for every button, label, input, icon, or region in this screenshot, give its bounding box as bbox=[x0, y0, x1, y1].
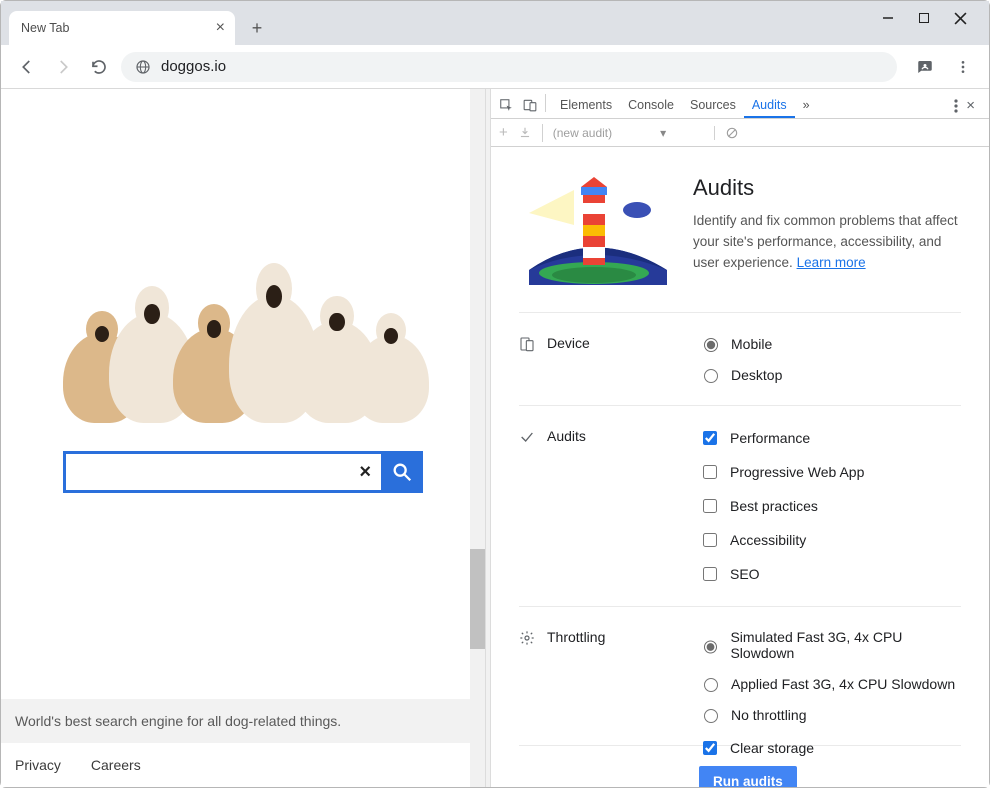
scrollbar-track[interactable] bbox=[470, 89, 485, 787]
globe-icon bbox=[135, 59, 151, 75]
download-icon[interactable] bbox=[518, 126, 532, 140]
device-label: Device bbox=[547, 335, 590, 351]
audit-selector-label: (new audit) bbox=[553, 126, 612, 140]
close-window-icon[interactable] bbox=[953, 11, 967, 25]
audit-opt-seo[interactable]: SEO bbox=[699, 564, 961, 584]
account-icon[interactable] bbox=[911, 53, 939, 81]
throttle-opt-applied[interactable]: Applied Fast 3G, 4x CPU Slowdown bbox=[699, 675, 961, 692]
webpage-viewport: × World's best search engine for all dog… bbox=[1, 89, 485, 787]
minimize-icon[interactable] bbox=[881, 11, 895, 25]
throttling-label: Throttling bbox=[547, 629, 605, 645]
audit-opt-bestpractices[interactable]: Best practices bbox=[699, 496, 961, 516]
inspect-icon[interactable] bbox=[499, 98, 513, 112]
audits-label: Audits bbox=[547, 428, 586, 444]
maximize-icon[interactable] bbox=[917, 11, 931, 25]
url-text: doggos.io bbox=[161, 58, 226, 75]
search-button[interactable] bbox=[381, 451, 423, 493]
run-audits-button[interactable]: Run audits bbox=[699, 766, 797, 787]
hero-image bbox=[63, 223, 423, 423]
gear-icon bbox=[519, 630, 535, 646]
audit-selector[interactable]: (new audit) ▾ bbox=[553, 126, 715, 140]
device-toggle-icon[interactable] bbox=[523, 98, 537, 112]
audit-opt-accessibility[interactable]: Accessibility bbox=[699, 530, 961, 550]
audit-opt-performance[interactable]: Performance bbox=[699, 428, 961, 448]
audits-toolbar: + (new audit) ▾ bbox=[491, 119, 989, 147]
throttle-opt-simulated[interactable]: Simulated Fast 3G, 4x CPU Slowdown bbox=[699, 629, 961, 661]
browser-toolbar: doggos.io bbox=[1, 45, 989, 89]
browser-tab[interactable]: New Tab × bbox=[9, 11, 235, 45]
devtools-tabs: Elements Console Sources Audits » × bbox=[491, 89, 989, 119]
tab-console[interactable]: Console bbox=[620, 92, 682, 118]
clear-storage-checkbox[interactable] bbox=[703, 741, 717, 755]
clear-icon[interactable]: × bbox=[359, 461, 371, 484]
device-icon bbox=[519, 336, 535, 352]
new-tab-button[interactable]: + bbox=[243, 14, 271, 42]
footer-link-privacy[interactable]: Privacy bbox=[15, 757, 61, 773]
search-input[interactable]: × bbox=[63, 451, 381, 493]
close-devtools-icon[interactable]: × bbox=[962, 97, 979, 114]
block-icon[interactable] bbox=[725, 126, 739, 140]
footer-link-careers[interactable]: Careers bbox=[91, 757, 141, 773]
new-audit-icon[interactable]: + bbox=[499, 124, 508, 141]
tab-audits[interactable]: Audits bbox=[744, 92, 795, 118]
url-bar[interactable]: doggos.io bbox=[121, 52, 897, 82]
chevron-down-icon: ▾ bbox=[660, 126, 666, 140]
tab-title: New Tab bbox=[21, 21, 69, 35]
devtools-menu-icon[interactable] bbox=[954, 99, 958, 113]
device-option-desktop[interactable]: Desktop bbox=[699, 366, 961, 383]
check-icon bbox=[519, 429, 535, 445]
clear-storage-label: Clear storage bbox=[730, 740, 814, 756]
lighthouse-illustration bbox=[519, 175, 669, 288]
reload-icon[interactable] bbox=[85, 53, 113, 81]
forward-icon[interactable] bbox=[49, 53, 77, 81]
scrollbar-thumb[interactable] bbox=[470, 549, 485, 649]
more-tabs-icon[interactable]: » bbox=[795, 92, 818, 118]
site-search: × bbox=[63, 451, 423, 493]
tab-sources[interactable]: Sources bbox=[682, 92, 744, 118]
throttle-opt-none[interactable]: No throttling bbox=[699, 706, 961, 723]
audits-heading: Audits bbox=[693, 175, 961, 201]
devtools-panel: Elements Console Sources Audits » × + (n… bbox=[491, 89, 989, 787]
footer-tagline: World's best search engine for all dog-r… bbox=[1, 699, 470, 743]
device-option-mobile[interactable]: Mobile bbox=[699, 335, 961, 352]
back-icon[interactable] bbox=[13, 53, 41, 81]
window-titlebar: New Tab × + bbox=[1, 1, 989, 45]
audit-opt-pwa[interactable]: Progressive Web App bbox=[699, 462, 961, 482]
menu-icon[interactable] bbox=[949, 53, 977, 81]
close-tab-icon[interactable]: × bbox=[216, 20, 225, 36]
learn-more-link[interactable]: Learn more bbox=[797, 255, 866, 270]
tab-elements[interactable]: Elements bbox=[552, 92, 620, 118]
